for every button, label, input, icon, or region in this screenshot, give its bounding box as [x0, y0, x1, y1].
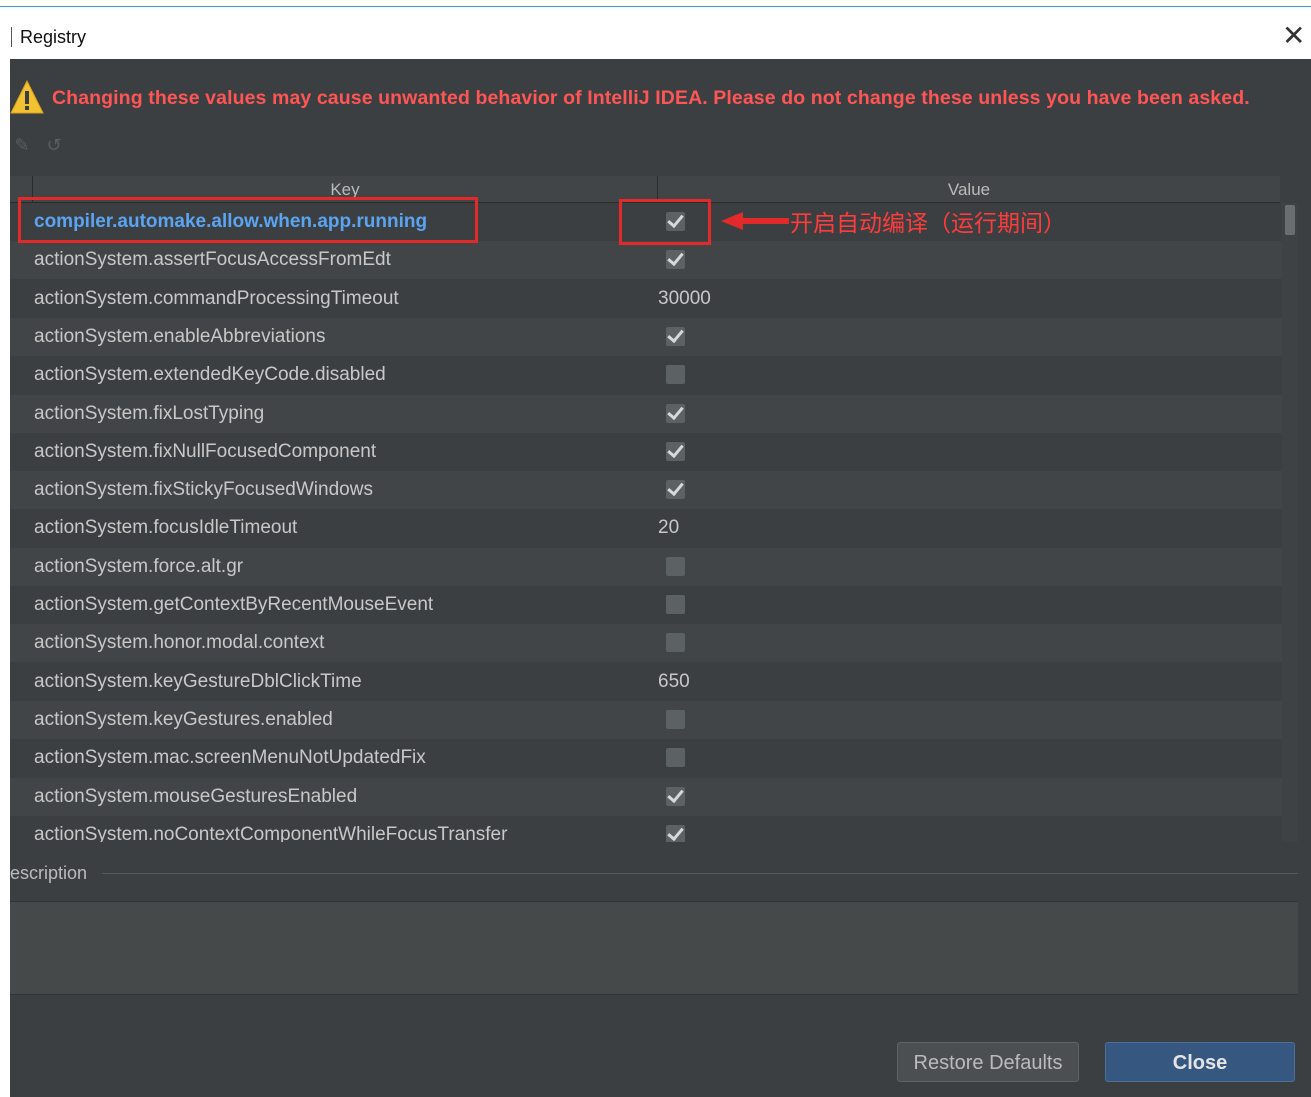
row-value-text[interactable]: 30000	[658, 280, 711, 318]
registry-dialog: Changing these values may cause unwanted…	[10, 59, 1311, 1097]
row-value-checkbox[interactable]	[666, 556, 685, 576]
row-key: compiler.automake.allow.when.app.running	[34, 211, 428, 232]
window-title: Registry	[11, 27, 86, 47]
row-key: actionSystem.fixStickyFocusedWindows	[34, 479, 373, 501]
row-value-checkbox[interactable]	[666, 441, 685, 461]
title-bar: Registry ✕	[0, 7, 1311, 59]
table-row[interactable]: actionSystem.fixNullFocusedComponent	[10, 433, 1282, 471]
row-key: actionSystem.assertFocusAccessFromEdt	[34, 249, 391, 271]
row-key: actionSystem.honor.modal.context	[34, 632, 325, 654]
row-key: actionSystem.focusIdleTimeout	[34, 517, 298, 539]
row-key: actionSystem.commandProcessingTimeout	[34, 287, 399, 309]
row-key: actionSystem.keyGestureDblClickTime	[34, 670, 362, 692]
toolbar: ✎ ↺	[10, 131, 210, 161]
description-separator	[102, 873, 1298, 874]
annotation-arrow-icon	[721, 212, 789, 230]
table-row[interactable]: actionSystem.force.alt.gr	[10, 547, 1282, 586]
row-value-text[interactable]: 650	[658, 663, 690, 701]
edit-icon[interactable]: ✎	[8, 131, 36, 159]
row-value-checkbox[interactable]	[666, 824, 685, 842]
row-value-checkbox[interactable]	[666, 480, 685, 500]
row-key: actionSystem.noContextComponentWhileFocu…	[34, 823, 508, 842]
table-row[interactable]: actionSystem.keyGestures.enabled	[10, 700, 1282, 739]
row-key: actionSystem.getContextByRecentMouseEven…	[34, 594, 434, 615]
row-key: actionSystem.fixLostTyping	[34, 402, 265, 424]
row-key: actionSystem.force.alt.gr	[34, 555, 244, 577]
warning-banner: Changing these values may cause unwanted…	[10, 79, 1311, 119]
row-value-checkbox[interactable]	[666, 212, 685, 231]
scrollbar-thumb[interactable]	[1285, 205, 1295, 235]
table-row[interactable]: actionSystem.fixStickyFocusedWindows	[10, 471, 1282, 510]
table-row[interactable]: actionSystem.focusIdleTimeout 20	[10, 509, 1282, 547]
row-value-checkbox[interactable]	[666, 709, 685, 729]
row-value-checkbox[interactable]	[666, 595, 685, 614]
revert-icon[interactable]: ↺	[40, 131, 68, 159]
row-value-text[interactable]: 20	[658, 509, 679, 547]
row-key: actionSystem.extendedKeyCode.disabled	[34, 364, 386, 386]
header-spacer	[10, 176, 33, 202]
row-value-checkbox[interactable]	[666, 326, 685, 346]
column-header-key[interactable]: Key	[33, 176, 658, 202]
row-value-checkbox[interactable]	[666, 633, 685, 653]
table-row[interactable]: actionSystem.extendedKeyCode.disabled	[10, 356, 1282, 394]
registry-table: Key Value compiler.automake.allow.when.a…	[10, 176, 1298, 842]
row-key: actionSystem.keyGestures.enabled	[34, 708, 333, 730]
table-row[interactable]: actionSystem.mouseGesturesEnabled	[10, 777, 1282, 816]
row-key: actionSystem.mouseGesturesEnabled	[34, 785, 358, 807]
row-key: actionSystem.mac.screenMenuNotUpdatedFix	[34, 747, 426, 769]
warning-icon	[10, 79, 44, 114]
window-top-border	[0, 0, 1311, 7]
warning-text: Changing these values may cause unwanted…	[52, 87, 1250, 109]
table-row[interactable]: actionSystem.honor.modal.context	[10, 624, 1282, 663]
description-area	[10, 901, 1298, 995]
description-label: escription	[10, 863, 88, 883]
close-button[interactable]: Close	[1105, 1042, 1295, 1082]
row-value-checkbox[interactable]	[666, 403, 685, 423]
row-value-checkbox[interactable]	[666, 365, 685, 385]
row-value-checkbox[interactable]	[666, 748, 685, 768]
row-value-checkbox[interactable]	[666, 786, 685, 806]
table-row[interactable]: actionSystem.noContextComponentWhileFocu…	[10, 816, 1282, 842]
annotation-text: 开启自动编译（运行期间）	[790, 211, 1066, 237]
row-key: actionSystem.enableAbbreviations	[34, 325, 326, 347]
close-icon[interactable]: ✕	[1282, 21, 1305, 51]
table-row[interactable]: actionSystem.fixLostTyping	[10, 394, 1282, 433]
row-key: actionSystem.fixNullFocusedComponent	[34, 440, 377, 462]
table-row[interactable]: actionSystem.getContextByRecentMouseEven…	[10, 586, 1282, 624]
table-row[interactable]: actionSystem.mac.screenMenuNotUpdatedFix	[10, 739, 1282, 777]
vertical-scrollbar[interactable]	[1282, 203, 1298, 842]
restore-defaults-button[interactable]: Restore Defaults	[897, 1042, 1079, 1082]
table-row[interactable]: compiler.automake.allow.when.app.running	[10, 203, 1282, 241]
table-row[interactable]: actionSystem.keyGestureDblClickTime 650	[10, 663, 1282, 701]
table-header: Key Value	[10, 176, 1280, 203]
table-row[interactable]: actionSystem.assertFocusAccessFromEdt	[10, 241, 1282, 280]
column-header-value[interactable]: Value	[658, 176, 1280, 202]
table-row[interactable]: actionSystem.enableAbbreviations	[10, 317, 1282, 356]
row-value-checkbox[interactable]	[666, 250, 685, 270]
table-row[interactable]: actionSystem.commandProcessingTimeout 300…	[10, 280, 1282, 318]
